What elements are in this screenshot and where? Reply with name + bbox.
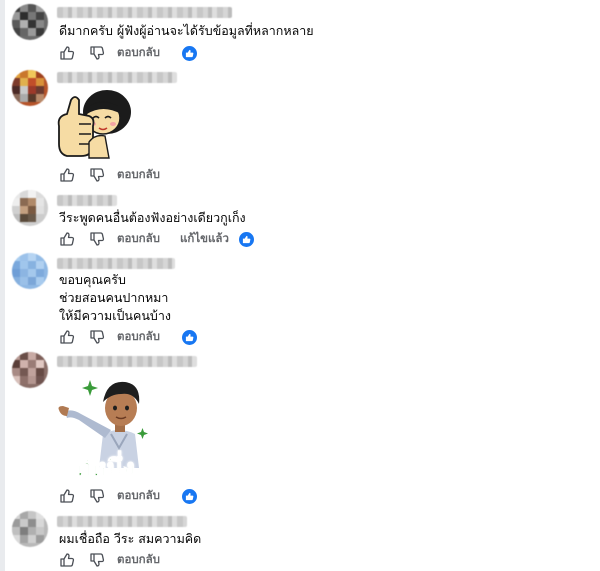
comment-actions: ตอบกลับ xyxy=(59,328,197,346)
author-name[interactable] xyxy=(57,195,117,206)
left-rule xyxy=(0,0,5,571)
reply-link[interactable]: ตอบกลับ xyxy=(117,166,160,184)
reply-link[interactable]: ตอบกลับ xyxy=(117,487,160,505)
comment-actions: ตอบกลับ แก้ไขแล้ว xyxy=(59,230,254,248)
reply-link[interactable]: ตอบกลับ xyxy=(117,328,160,346)
comment-actions: ตอบกลับ xyxy=(59,551,160,569)
avatar[interactable] xyxy=(12,190,48,226)
dislike-icon[interactable] xyxy=(89,167,105,183)
comment-actions: ตอบกลับ xyxy=(59,487,197,505)
dislike-icon[interactable] xyxy=(89,45,105,61)
reply-link[interactable]: ตอบกลับ xyxy=(117,44,160,62)
dislike-icon[interactable] xyxy=(89,552,105,568)
like-reaction-icon[interactable] xyxy=(238,231,254,247)
pointing-man-sticker: ที่หนึ่ง xyxy=(55,372,155,483)
avatar[interactable] xyxy=(12,4,48,40)
like-icon[interactable] xyxy=(59,167,75,183)
avatar[interactable] xyxy=(12,70,48,106)
like-icon[interactable] xyxy=(59,45,75,61)
avatar[interactable] xyxy=(12,511,48,547)
thumbs-up-girl-sticker xyxy=(55,86,135,164)
comment-text-line: ให้มีความเป็นคนบ้าง xyxy=(59,308,171,323)
dislike-icon[interactable] xyxy=(89,329,105,345)
comment-actions: ตอบกลับ xyxy=(59,44,197,62)
author-name[interactable] xyxy=(57,258,175,269)
author-name[interactable] xyxy=(57,516,187,527)
comment-text-line: ช่วยสอนคนปากหมา xyxy=(59,290,169,305)
comment-text-line: ขอบคุณครับ xyxy=(59,272,126,287)
comment-text: ผมเชื่อถือ วีระ สมความคิด xyxy=(59,531,202,546)
like-icon[interactable] xyxy=(59,231,75,247)
comment-text: ดีมากครับ ผู้ฟังผู้อ่านจะได้รับข้อมูลที่… xyxy=(59,23,314,38)
author-name[interactable] xyxy=(57,356,197,367)
reply-link[interactable]: ตอบกลับ xyxy=(117,551,160,569)
like-reaction-icon[interactable] xyxy=(182,488,197,504)
comment-text: วีระพูดคนอื่นต้องฟังอย่างเดียวกูเก็ง xyxy=(59,210,246,225)
like-reaction-icon[interactable] xyxy=(182,45,197,61)
like-icon[interactable] xyxy=(59,329,75,345)
dislike-icon[interactable] xyxy=(89,231,105,247)
author-name[interactable] xyxy=(57,72,177,83)
like-icon[interactable] xyxy=(59,488,75,504)
sticker-caption: ที่หนึ่ง xyxy=(75,454,136,483)
reply-link[interactable]: ตอบกลับ xyxy=(117,230,160,248)
like-icon[interactable] xyxy=(59,552,75,568)
edited-label[interactable]: แก้ไขแล้ว xyxy=(180,230,229,248)
avatar[interactable] xyxy=(12,253,48,289)
comment-actions: ตอบกลับ xyxy=(59,166,160,184)
dislike-icon[interactable] xyxy=(89,488,105,504)
avatar[interactable] xyxy=(12,352,48,388)
like-reaction-icon[interactable] xyxy=(182,329,197,345)
author-name[interactable] xyxy=(57,7,232,18)
